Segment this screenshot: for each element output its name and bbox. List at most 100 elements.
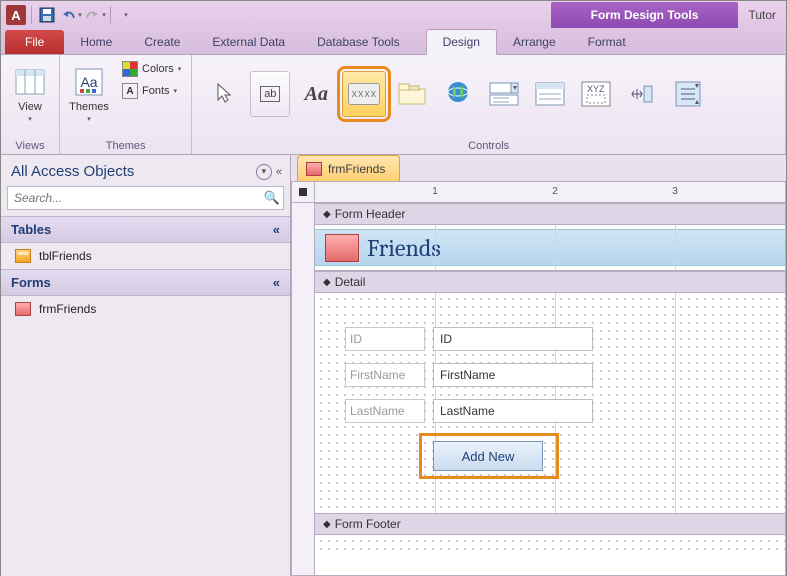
subform-icon: XYZ — [581, 81, 611, 107]
nav-collapse-button[interactable]: « — [276, 166, 282, 178]
section-label: Form Footer — [335, 517, 401, 531]
section-twist-icon: ◆ — [323, 277, 331, 288]
group-label-views: Views — [7, 138, 53, 152]
subform-tool[interactable]: XYZ — [576, 71, 616, 117]
section-twist-icon: ◆ — [323, 519, 331, 530]
vertical-ruler[interactable] — [291, 203, 315, 576]
view-icon — [13, 65, 47, 99]
detail-section[interactable]: ID ID FirstName FirstName LastName LastN… — [315, 293, 785, 513]
group-views: View ▾ Views — [1, 55, 60, 154]
tab-create[interactable]: Create — [128, 30, 196, 54]
field-label-firstname[interactable]: FirstName — [345, 363, 425, 387]
tab-home[interactable]: Home — [64, 30, 128, 54]
window-title-fragment: Tutor — [738, 8, 786, 22]
app-icon[interactable]: A — [5, 4, 27, 26]
nav-section-tables[interactable]: Tables« — [1, 216, 290, 243]
ruler-selector[interactable] — [291, 181, 315, 203]
form-footer-section[interactable] — [315, 535, 785, 555]
themes-icon: Aa — [72, 65, 106, 99]
field-label-lastname[interactable]: LastName — [345, 399, 425, 423]
design-surface[interactable]: ◆ Form Header Friends ◆ Detail ID ID First… — [315, 203, 786, 576]
dropdown-icon: ▾ — [124, 11, 128, 19]
button-tool[interactable]: XXXX — [342, 71, 386, 117]
form-header-section[interactable]: Friends — [315, 225, 785, 271]
undo-button[interactable]: ▾ — [60, 4, 82, 26]
tab-design[interactable]: Design — [426, 29, 497, 55]
form-footer-bar[interactable]: ◆ Form Footer — [315, 513, 785, 535]
field-label-id[interactable]: ID — [345, 327, 425, 351]
ribbon-tabs: File Home Create External Data Database … — [1, 29, 786, 55]
view-button[interactable]: View ▾ — [7, 59, 53, 129]
listbox-tool[interactable] — [530, 71, 570, 117]
title-bar: A ▾ ▾ ▾ Form Design Tools Tutor — [1, 1, 786, 29]
design-canvas: frmFriends 1 2 3 ◆ Form Header Friends ◆ D… — [291, 155, 786, 576]
pointer-icon — [214, 82, 234, 106]
field-row-firstname: FirstName FirstName — [345, 363, 593, 387]
nav-item-tblfriends[interactable]: tblFriends — [1, 243, 290, 269]
field-control-lastname[interactable]: LastName — [433, 399, 593, 423]
save-button[interactable] — [36, 4, 58, 26]
form-icon — [306, 162, 322, 176]
tab-format[interactable]: Format — [572, 30, 642, 54]
select-tool[interactable] — [204, 71, 244, 117]
insert-chart-tool[interactable] — [622, 71, 662, 117]
combobox-icon — [489, 82, 519, 106]
horizontal-ruler[interactable]: 1 2 3 — [315, 181, 786, 203]
dropdown-icon: ▾ — [178, 65, 182, 73]
form-title-label[interactable]: Friends — [367, 234, 441, 262]
quick-access-toolbar: A ▾ ▾ ▾ — [1, 4, 141, 26]
more-icon — [675, 81, 701, 107]
tab-arrange[interactable]: Arrange — [497, 30, 572, 54]
collapse-icon: « — [273, 275, 280, 290]
group-label-themes: Themes — [66, 138, 185, 152]
form-icon — [15, 302, 31, 316]
form-title-area: Friends — [315, 229, 785, 266]
qat-customize-button[interactable]: ▾ — [115, 4, 137, 26]
themes-button[interactable]: Aa Themes ▾ — [66, 59, 112, 129]
button-icon: XXXX — [348, 83, 380, 105]
form-selector-icon — [299, 188, 307, 196]
file-tab[interactable]: File — [5, 30, 64, 54]
nav-item-label: tblFriends — [39, 249, 92, 263]
field-control-id[interactable]: ID — [433, 327, 593, 351]
highlight-annotation — [419, 433, 559, 479]
detail-bar[interactable]: ◆ Detail — [315, 271, 785, 293]
ruler-mark: 3 — [672, 186, 678, 197]
tab-external-data[interactable]: External Data — [196, 30, 301, 54]
nav-title-label: All Access Objects — [11, 163, 134, 180]
ribbon: View ▾ Views Aa Themes ▾ Colors ▾ AFonts… — [1, 55, 786, 155]
form-header-bar[interactable]: ◆ Form Header — [315, 203, 785, 225]
hyperlink-tool[interactable] — [438, 71, 478, 117]
dropdown-icon: ▾ — [102, 11, 106, 19]
nav-filter-dropdown[interactable]: ▾ — [256, 164, 272, 180]
search-icon[interactable]: 🔍 — [264, 190, 280, 206]
access-icon: A — [6, 5, 26, 25]
tab-control-tool[interactable] — [392, 71, 432, 117]
fonts-icon: A — [122, 83, 138, 99]
nav-title-bar[interactable]: All Access Objects ▾ « — [1, 155, 290, 186]
themes-label: Themes — [69, 101, 109, 113]
textbox-tool[interactable]: ab — [250, 71, 290, 117]
document-tab[interactable]: frmFriends — [297, 155, 400, 181]
label-tool[interactable]: Aa — [296, 71, 336, 117]
field-row-id: ID ID — [345, 327, 593, 351]
svg-text:Aa: Aa — [80, 74, 97, 90]
nav-search: 🔍 — [7, 186, 284, 210]
combobox-tool[interactable] — [484, 71, 524, 117]
nav-item-frmfriends[interactable]: frmFriends — [1, 296, 290, 322]
fonts-button[interactable]: AFonts ▾ — [118, 81, 185, 101]
section-label: Form Header — [335, 207, 406, 221]
more-controls-tool[interactable] — [668, 71, 708, 117]
redo-button[interactable]: ▾ — [84, 4, 106, 26]
colors-button[interactable]: Colors ▾ — [118, 59, 185, 79]
field-control-firstname[interactable]: FirstName — [433, 363, 593, 387]
nav-section-label: Forms — [11, 275, 51, 290]
search-input[interactable] — [7, 186, 284, 210]
section-twist-icon: ◆ — [323, 209, 331, 220]
tab-database-tools[interactable]: Database Tools — [301, 30, 416, 54]
qat-separator — [31, 6, 32, 24]
nav-section-forms[interactable]: Forms « — [1, 269, 290, 296]
form-logo[interactable] — [325, 234, 359, 262]
dropdown-icon: ▾ — [87, 115, 91, 123]
section-label: Detail — [335, 275, 366, 289]
